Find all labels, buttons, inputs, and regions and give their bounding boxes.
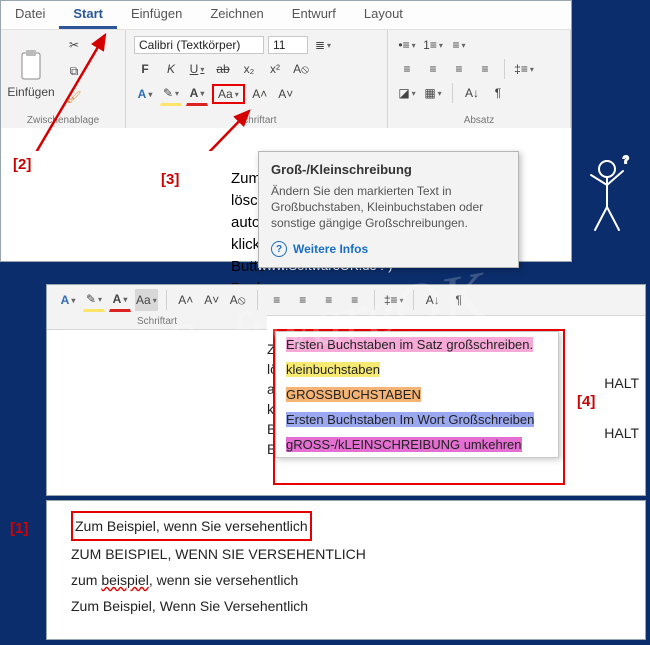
font-color-button[interactable]: A▾: [109, 288, 131, 312]
panel-samples: Zum Beispiel, wenn Sie versehentlich ZUM…: [46, 500, 646, 640]
font-color-button[interactable]: A▾: [186, 82, 208, 106]
sample-sentence-case: Zum Beispiel, wenn Sie versehentlich: [71, 511, 312, 541]
tab-zeichnen[interactable]: Zeichnen: [196, 1, 277, 29]
menu-item-toggle-case[interactable]: gROSS-/kLEINSCHREIBUNG umkehren: [276, 432, 558, 457]
number-list-button[interactable]: 1≡▾: [422, 34, 444, 56]
superscript-button[interactable]: x²: [264, 58, 286, 80]
bold-button[interactable]: F: [134, 58, 156, 80]
grow-font-button[interactable]: A˄: [175, 289, 197, 311]
multilevel-list-button[interactable]: ≡▾: [448, 34, 470, 56]
sort-button[interactable]: A↓: [461, 82, 483, 104]
align-center-button[interactable]: ≡: [422, 58, 444, 80]
change-case-button-2[interactable]: Aa▾: [135, 289, 158, 311]
line-spacing-button[interactable]: ‡≡▾: [513, 58, 535, 80]
shrink-font-button[interactable]: A˅: [201, 289, 223, 311]
show-marks-button[interactable]: ¶: [448, 289, 470, 311]
copy-button[interactable]: ⧉: [63, 60, 85, 82]
menu-item-capitalize-each[interactable]: Ersten Buchstaben Im Wort Großschreiben: [276, 407, 558, 432]
align-center-button[interactable]: ≡: [292, 289, 314, 311]
tab-entwurf[interactable]: Entwurf: [278, 1, 350, 29]
paste-label: Einfügen: [7, 85, 54, 99]
sort-button[interactable]: A↓: [422, 289, 444, 311]
change-case-menu: Ersten Buchstaben im Satz großschreiben.…: [275, 331, 559, 458]
subscript-button[interactable]: x₂: [238, 58, 260, 80]
right-text: HALT: [604, 425, 639, 441]
change-case-button[interactable]: Aa▾: [212, 84, 245, 104]
label-4: [4]: [577, 393, 595, 410]
group-font-title-2: Schriftart: [47, 315, 267, 330]
tab-einfuegen[interactable]: Einfügen: [117, 1, 196, 29]
label-1: [1]: [10, 520, 28, 537]
tooltip-body: Ändern Sie den markierten Text in Großbu…: [271, 183, 506, 231]
text-effect-button[interactable]: A▾: [134, 83, 156, 105]
change-case-tooltip: Groß-/Kleinschreibung Ändern Sie den mar…: [258, 151, 519, 268]
justify-button[interactable]: ≡: [474, 58, 496, 80]
grow-font-button[interactable]: A˄: [249, 83, 271, 105]
strike-button[interactable]: ab: [212, 58, 234, 80]
svg-text:?: ?: [623, 155, 629, 166]
align-left-button[interactable]: ≡: [396, 58, 418, 80]
shading-button[interactable]: ◪▾: [396, 82, 418, 104]
menu-item-sentence-case[interactable]: Ersten Buchstaben im Satz großschreiben.: [276, 332, 558, 357]
highlight-button[interactable]: ✎▾: [83, 288, 105, 312]
justify-button[interactable]: ≡: [344, 289, 366, 311]
group-clipboard: Einfügen ✂ ⧉ 🖌 Zwischenablage: [1, 30, 126, 128]
group-font-title: Schriftart: [126, 115, 387, 126]
group-paragraph: •≡▾ 1≡▾ ≡▾ ≡ ≡ ≡ ≡ ‡≡▾ ◪▾ ▦▾ A↓: [388, 30, 571, 128]
font-name-select[interactable]: Calibri (Textkörper): [134, 36, 264, 54]
brush-icon: 🖌: [66, 90, 81, 104]
menu-item-uppercase[interactable]: GROSSBUCHSTABEN: [276, 382, 558, 407]
copy-icon: ⧉: [70, 64, 79, 79]
ribbon: Einfügen ✂ ⧉ 🖌 Zwischenablage Calibri (T…: [1, 30, 571, 129]
menu-item-lowercase[interactable]: kleinbuchstaben: [276, 357, 558, 382]
stick-figure-icon: ?: [583, 155, 638, 235]
italic-button[interactable]: K: [160, 58, 182, 80]
ribbon-row-2: A▾ ✎▾ A▾ Aa▾ A˄ A˅ A⦸ ≡ ≡ ≡ ≡ ‡≡▾ A↓ ¶: [47, 285, 645, 316]
font-size-select[interactable]: 11: [268, 36, 308, 54]
tooltip-title: Groß-/Kleinschreibung: [271, 162, 506, 177]
panel-ribbon: Datei Start Einfügen Zeichnen Entwurf La…: [0, 0, 572, 262]
text-effect-button[interactable]: A▾: [57, 289, 79, 311]
shrink-font-button[interactable]: A˅: [275, 83, 297, 105]
tab-start[interactable]: Start: [59, 1, 117, 29]
group-font: Calibri (Textkörper) 11 ≣▾ F K U▾ ab x₂ …: [126, 30, 388, 128]
label-3: [3]: [161, 171, 179, 188]
sample-uppercase: ZUM BEISPIEL, WENN SIE VERSEHENTLICH: [71, 541, 621, 567]
sample-lowercase: zum beispiel, wenn sie versehentlich: [71, 567, 621, 593]
clear-format-button[interactable]: A⦸: [290, 58, 312, 80]
panel-dropdown: A▾ ✎▾ A▾ Aa▾ A˄ A˅ A⦸ ≡ ≡ ≡ ≡ ‡≡▾ A↓ ¶ S…: [46, 284, 646, 496]
borders-button[interactable]: ▦▾: [422, 82, 444, 104]
underline-button[interactable]: U▾: [186, 58, 208, 80]
align-right-button[interactable]: ≡: [318, 289, 340, 311]
align-left-button[interactable]: ≡: [266, 289, 288, 311]
clear-format-button[interactable]: A⦸: [227, 289, 249, 311]
info-icon: ?: [271, 241, 287, 257]
clipboard-icon: [17, 49, 45, 83]
paste-button[interactable]: Einfügen: [9, 49, 53, 93]
group-clipboard-title: Zwischenablage: [1, 115, 125, 126]
bullet-list-button[interactable]: •≡▾: [396, 34, 418, 56]
group-paragraph-title: Absatz: [388, 115, 570, 126]
format-painter-button[interactable]: 🖌: [63, 86, 85, 108]
align-right-button[interactable]: ≡: [448, 58, 470, 80]
sample-title-case: Zum Beispiel, Wenn Sie Versehentlich: [71, 593, 621, 619]
right-text: HALT: [604, 375, 639, 391]
label-2: [2]: [13, 156, 31, 173]
cut-button[interactable]: ✂: [63, 34, 85, 56]
tooltip-more-link[interactable]: ? Weitere Infos: [271, 241, 506, 257]
tab-datei[interactable]: Datei: [1, 1, 59, 29]
ribbon-tabs: Datei Start Einfügen Zeichnen Entwurf La…: [1, 1, 571, 30]
highlight-button[interactable]: ✎▾: [160, 82, 182, 106]
tab-layout[interactable]: Layout: [350, 1, 417, 29]
bullets-button[interactable]: ≣▾: [312, 34, 334, 56]
show-marks-button[interactable]: ¶: [487, 82, 509, 104]
line-spacing-button[interactable]: ‡≡▾: [383, 289, 405, 311]
scissors-icon: ✂: [69, 38, 79, 52]
site-line: www.SoftwareOK.de :-): [0, 622, 650, 637]
